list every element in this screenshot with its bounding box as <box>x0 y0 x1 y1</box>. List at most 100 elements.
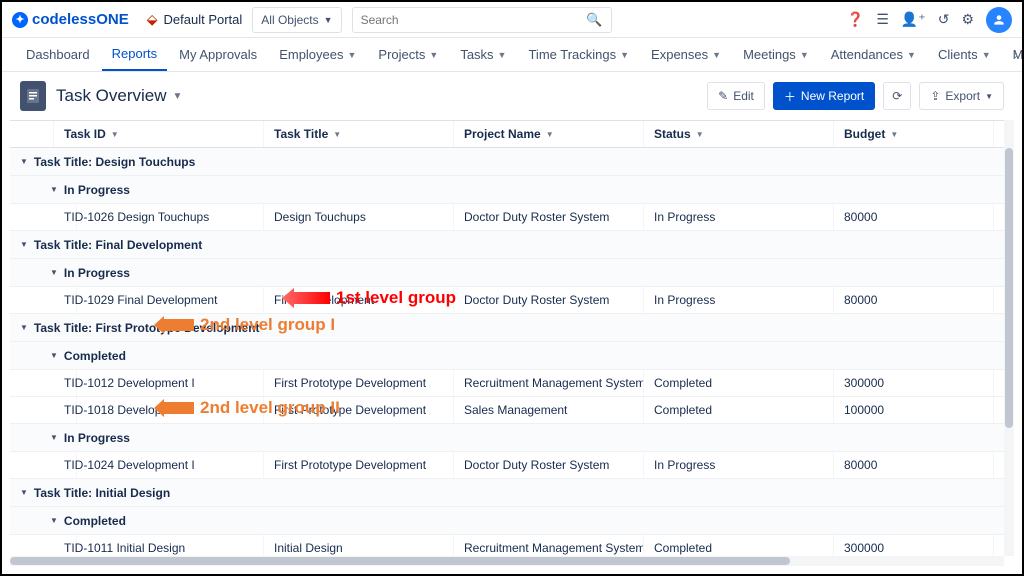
refresh-button[interactable]: ⟳ <box>883 82 911 110</box>
cell-project-name: Recruitment Management System <box>454 370 644 396</box>
table-row[interactable]: TID-1011 Initial DesignInitial DesignRec… <box>10 535 1004 556</box>
group-header[interactable]: ▼Task Title: Design Touchups <box>10 148 1004 176</box>
tabs-scroll-right[interactable]: › <box>1014 38 1018 72</box>
vertical-scroll-thumb[interactable] <box>1005 148 1013 428</box>
portal-selector[interactable]: ⬙ Default Portal <box>147 11 243 28</box>
col-task-title[interactable]: Task Title▼ <box>264 121 454 147</box>
tab-time-trackings[interactable]: Time Trackings▼ <box>518 38 639 72</box>
user-add-icon[interactable]: 👤⁺ <box>901 11 926 28</box>
tab-milestones[interactable]: Milestones▼ <box>1003 38 1022 72</box>
database-icon[interactable]: ☰ <box>876 11 889 28</box>
content-area: Task ID▼ Task Title▼ Project Name▼ Statu… <box>2 120 1022 574</box>
tab-reports[interactable]: Reports <box>102 38 168 72</box>
cell-task-id: TID-1018 Development I <box>54 397 264 423</box>
collapse-icon[interactable]: ▼ <box>20 157 28 166</box>
collapse-icon[interactable]: ▼ <box>20 488 28 497</box>
cell-project-name: Doctor Duty Roster System <box>454 287 644 313</box>
collapse-icon[interactable]: ▼ <box>50 351 58 360</box>
tab-attendances[interactable]: Attendances▼ <box>821 38 926 72</box>
collapse-icon[interactable]: ▼ <box>50 433 58 442</box>
logo-badge-icon: ✦ <box>12 12 28 28</box>
cell-budget: 80000 <box>834 287 994 313</box>
subgroup-header[interactable]: ▼In Progress <box>10 176 1004 204</box>
cell-task-id: TID-1029 Final Development <box>54 287 264 313</box>
horizontal-scroll-thumb[interactable] <box>10 557 790 565</box>
search-icon[interactable]: 🔍 <box>586 12 602 28</box>
table-row[interactable]: TID-1029 Final DevelopmentFinal Developm… <box>10 287 1004 314</box>
page-title[interactable]: Task Overview ▼ <box>56 86 182 106</box>
horizontal-scrollbar[interactable] <box>10 556 1004 566</box>
new-report-button[interactable]: ＋ New Report <box>773 82 875 110</box>
cell-task-title: First Prototype Development <box>264 370 454 396</box>
tab-employees[interactable]: Employees▼ <box>269 38 366 72</box>
object-filter-dropdown[interactable]: All Objects ▼ <box>252 7 341 33</box>
col-project-name[interactable]: Project Name▼ <box>454 121 644 147</box>
tab-projects[interactable]: Projects▼ <box>368 38 448 72</box>
col-status[interactable]: Status▼ <box>644 121 834 147</box>
group-header[interactable]: ▼Task Title: Final Development <box>10 231 1004 259</box>
tab-my-approvals[interactable]: My Approvals <box>169 38 267 72</box>
tab-expenses[interactable]: Expenses▼ <box>641 38 731 72</box>
table-row[interactable]: TID-1024 Development IFirst Prototype De… <box>10 452 1004 479</box>
portal-name: Default Portal <box>164 12 243 27</box>
edit-button[interactable]: ✎ Edit <box>707 82 765 110</box>
export-button[interactable]: ⇪ Export ▼ <box>919 82 1004 110</box>
cell-task-id: TID-1012 Development I <box>54 370 264 396</box>
grid-area: Task ID▼ Task Title▼ Project Name▼ Statu… <box>10 120 1004 556</box>
cell-task-title: First Prototype Development <box>264 397 454 423</box>
collapse-icon[interactable]: ▼ <box>50 268 58 277</box>
brand-text-2: ONE <box>96 11 129 28</box>
collapse-icon[interactable]: ▼ <box>20 323 28 332</box>
search-box[interactable]: 🔍 <box>352 7 612 33</box>
history-icon[interactable]: ↺ <box>938 11 950 28</box>
refresh-icon: ⟳ <box>892 89 902 103</box>
col-expand <box>10 121 54 147</box>
subgroup-header[interactable]: ▼Completed <box>10 342 1004 370</box>
tab-clients[interactable]: Clients▼ <box>928 38 1001 72</box>
topbar: ✦ codeless ONE ⬙ Default Portal All Obje… <box>2 2 1022 38</box>
cell-project-name: Doctor Duty Roster System <box>454 204 644 230</box>
cell-task-title: Initial Design <box>264 535 454 556</box>
portal-icon: ⬙ <box>147 11 158 28</box>
cell-budget: 100000 <box>834 397 994 423</box>
page-header: Task Overview ▼ ✎ Edit ＋ New Report ⟳ ⇪ … <box>2 72 1022 120</box>
settings-icon[interactable]: ⚙ <box>961 11 974 28</box>
table-row[interactable]: TID-1018 Development IFirst Prototype De… <box>10 397 1004 424</box>
brand-logo[interactable]: ✦ codeless ONE <box>12 11 129 28</box>
cell-status: Completed <box>644 370 834 396</box>
col-task-id[interactable]: Task ID▼ <box>54 121 264 147</box>
cell-status: In Progress <box>644 287 834 313</box>
tab-meetings[interactable]: Meetings▼ <box>733 38 819 72</box>
cell-status: In Progress <box>644 204 834 230</box>
page-title-text: Task Overview <box>56 86 167 106</box>
collapse-icon[interactable]: ▼ <box>20 240 28 249</box>
collapse-icon[interactable]: ▼ <box>50 185 58 194</box>
cell-budget: 300000 <box>834 370 994 396</box>
tab-dashboard[interactable]: Dashboard <box>16 38 100 72</box>
chevron-down-icon: ▼ <box>324 15 333 25</box>
page-actions: ✎ Edit ＋ New Report ⟳ ⇪ Export ▼ <box>707 82 1004 110</box>
cell-task-id: TID-1024 Development I <box>54 452 264 478</box>
table-row[interactable]: TID-1026 Design TouchupsDesign TouchupsD… <box>10 204 1004 231</box>
col-budget[interactable]: Budget▼ <box>834 121 994 147</box>
tab-tasks[interactable]: Tasks▼ <box>450 38 516 72</box>
subgroup-header[interactable]: ▼Completed <box>10 507 1004 535</box>
column-header-row: Task ID▼ Task Title▼ Project Name▼ Statu… <box>10 120 1004 148</box>
subgroup-header[interactable]: ▼In Progress <box>10 424 1004 452</box>
collapse-icon[interactable]: ▼ <box>50 516 58 525</box>
group-header[interactable]: ▼Task Title: First Prototype Development <box>10 314 1004 342</box>
export-label: Export <box>945 89 980 103</box>
search-input[interactable] <box>361 13 587 27</box>
top-right-icons: ❓ ☰ 👤⁺ ↺ ⚙ <box>847 7 1012 33</box>
subgroup-header[interactable]: ▼In Progress <box>10 259 1004 287</box>
group-header[interactable]: ▼Task Title: Initial Design <box>10 479 1004 507</box>
cell-task-title: Design Touchups <box>264 204 454 230</box>
object-filter-label: All Objects <box>261 13 318 27</box>
vertical-scrollbar[interactable] <box>1004 120 1014 556</box>
chevron-down-icon: ▼ <box>173 91 183 102</box>
table-row[interactable]: TID-1012 Development IFirst Prototype De… <box>10 370 1004 397</box>
cell-project-name: Doctor Duty Roster System <box>454 452 644 478</box>
cell-task-title: First Prototype Development <box>264 452 454 478</box>
avatar[interactable] <box>986 7 1012 33</box>
help-icon[interactable]: ❓ <box>847 11 864 28</box>
